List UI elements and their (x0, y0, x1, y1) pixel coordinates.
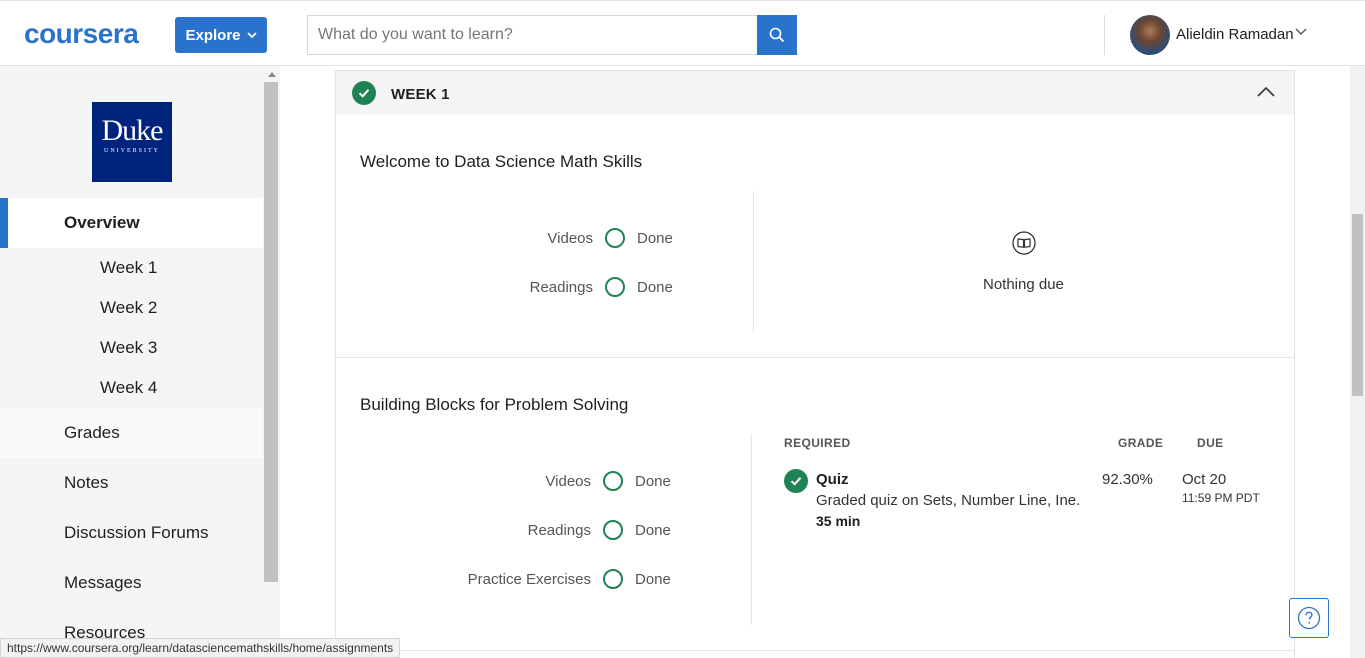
search-button[interactable] (757, 15, 797, 55)
progress-circle-icon (603, 471, 623, 491)
week-header[interactable] (336, 71, 1294, 115)
book-icon (1012, 231, 1036, 255)
user-name[interactable]: Alieldin Ramadan (1176, 26, 1294, 43)
sidebar-item-grades[interactable]: Grades (0, 408, 263, 458)
section-title[interactable]: Building Blocks for Problem Solving (360, 395, 628, 415)
active-indicator (0, 198, 8, 248)
progress-status: Done (635, 522, 671, 539)
chevron-down-icon (246, 31, 257, 38)
header-divider (1104, 15, 1105, 55)
assignment-due-time: 11:59 PM PDT (1182, 491, 1260, 505)
sidebar-item-label: Notes (64, 473, 109, 492)
explore-label: Explore (185, 26, 241, 44)
column-header-required: REQUIRED (784, 436, 851, 450)
sidebar-item-week-1[interactable]: Week 1 (0, 248, 263, 288)
section-title[interactable]: Welcome to Data Science Math Skills (360, 152, 642, 172)
sidebar-item-label: Messages (64, 573, 142, 592)
sidebar-scrollbar[interactable] (264, 82, 278, 582)
progress-circle-icon (603, 520, 623, 540)
column-divider (751, 434, 752, 625)
section-divider (336, 650, 1294, 651)
check-circle-icon (784, 469, 808, 493)
sidebar-item-week-4[interactable]: Week 4 (0, 368, 263, 408)
progress-label-videos: Videos (547, 230, 593, 247)
sidebar-item-label: Week 4 (100, 378, 158, 397)
coursera-logo[interactable]: coursera (24, 20, 139, 48)
progress-label-videos: Videos (545, 473, 591, 490)
page-scrollbar-thumb[interactable] (1352, 214, 1363, 396)
sidebar-item-notes[interactable]: Notes (0, 458, 263, 508)
column-header-due: DUE (1197, 436, 1224, 450)
progress-label-readings: Readings (529, 279, 593, 296)
sidebar-item-label: Grades (64, 423, 120, 442)
status-url: https://www.coursera.org/learn/datascien… (7, 641, 394, 655)
progress-circle-icon (603, 569, 623, 589)
sidebar-item-week-3[interactable]: Week 3 (0, 328, 263, 368)
sidebar-item-label: Discussion Forums (64, 523, 209, 542)
assignment-due-date: Oct 20 (1182, 471, 1227, 488)
sidebar-item-label: Overview (64, 213, 140, 232)
sidebar-item-label: Week 1 (100, 258, 158, 277)
sidebar-item-overview[interactable]: Overview (0, 198, 263, 248)
section-divider (336, 357, 1294, 358)
university-logo-subtitle: UNIVERSITY (104, 148, 160, 154)
sidebar-item-label: Week 2 (100, 298, 158, 317)
help-button[interactable] (1289, 598, 1329, 638)
university-logo: Duke UNIVERSITY (92, 102, 172, 182)
scroll-up-arrow-icon[interactable] (268, 72, 276, 77)
university-logo-name: Duke (101, 114, 164, 147)
column-divider (753, 191, 754, 332)
progress-status: Done (637, 230, 673, 247)
week-title: WEEK 1 (391, 86, 450, 103)
sidebar-item-label: Week 3 (100, 338, 158, 357)
assignment-grade: 92.30% (1102, 471, 1153, 488)
progress-status: Done (635, 571, 671, 588)
search-input[interactable]: What do you want to learn? (307, 15, 758, 55)
top-header: coursera Explore What do you want to lea… (0, 0, 1365, 66)
progress-label-readings: Readings (527, 522, 591, 539)
assignment-description[interactable]: Graded quiz on Sets, Number Line, Ine... (816, 492, 1080, 509)
sidebar-item-week-2[interactable]: Week 2 (0, 288, 263, 328)
help-icon (1297, 606, 1321, 630)
progress-label-practice-exercises: Practice Exercises (467, 571, 591, 588)
assignment-duration: 35 min (816, 513, 861, 529)
nothing-due-text: Nothing due (983, 276, 1064, 293)
sidebar-item-discussion-forums[interactable]: Discussion Forums (0, 508, 263, 558)
sidebar-item-messages[interactable]: Messages (0, 558, 263, 608)
avatar[interactable] (1130, 15, 1170, 55)
chevron-up-icon[interactable] (1257, 86, 1275, 97)
explore-button[interactable]: Explore (175, 17, 267, 53)
assignment-title[interactable]: Quiz (816, 471, 849, 488)
browser-status-bar: https://www.coursera.org/learn/datascien… (0, 638, 401, 658)
progress-circle-icon (605, 228, 625, 248)
progress-status: Done (635, 473, 671, 490)
column-header-grade: GRADE (1118, 436, 1164, 450)
search-icon (769, 27, 785, 43)
progress-status: Done (637, 279, 673, 296)
chevron-down-icon[interactable] (1295, 28, 1307, 36)
check-circle-icon (352, 81, 376, 105)
search-placeholder: What do you want to learn? (318, 26, 513, 43)
progress-circle-icon (605, 277, 625, 297)
